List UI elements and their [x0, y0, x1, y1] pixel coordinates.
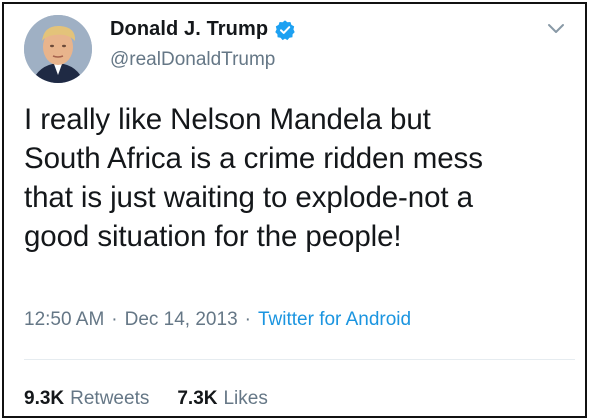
meta-separator: ·	[111, 309, 118, 330]
retweets-stat[interactable]: 9.3K Retweets	[24, 388, 149, 410]
tweet-date[interactable]: Dec 14, 2013	[125, 309, 238, 331]
tweet-source-link[interactable]: Twitter for Android	[258, 309, 411, 331]
meta-separator: ·	[244, 309, 251, 330]
avatar[interactable]	[24, 15, 92, 83]
likes-label: Likes	[223, 388, 268, 409]
retweets-label: Retweets	[70, 388, 150, 409]
tweet-time[interactable]: 12:50 AM	[24, 309, 104, 331]
retweets-count: 9.3K	[24, 388, 65, 409]
divider	[24, 359, 575, 360]
likes-count: 7.3K	[177, 388, 218, 409]
tweet-card: Donald J. Trump @realDonaldTrump I reall…	[2, 2, 587, 418]
tweet-stats: 9.3K Retweets 7.3K Likes	[24, 388, 268, 410]
author-name-row: Donald J. Trump	[110, 18, 296, 41]
verified-badge-icon	[274, 19, 296, 41]
chevron-down-icon[interactable]	[547, 22, 565, 36]
user-handle[interactable]: @realDonaldTrump	[110, 49, 275, 71]
likes-stat[interactable]: 7.3K Likes	[177, 388, 268, 410]
tweet-text: I really like Nelson Mandela but South A…	[24, 103, 483, 253]
tweet-meta: 12:50 AM · Dec 14, 2013 · Twitter for An…	[24, 309, 411, 331]
display-name[interactable]: Donald J. Trump	[110, 18, 268, 41]
